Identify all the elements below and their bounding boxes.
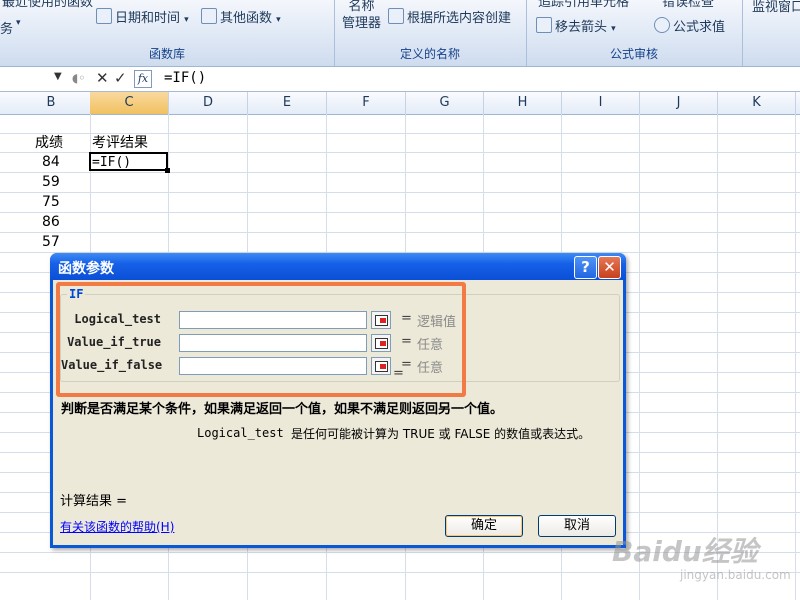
name-box-dropdown-icon[interactable]: ▼ — [54, 71, 62, 82]
highlight-annotation — [56, 282, 466, 397]
error-check-button-partial[interactable]: 错误检查 — [662, 0, 714, 10]
evaluate-formula-button[interactable]: 公式求值 — [654, 16, 725, 35]
evaluate-formula-label: 公式求值 — [673, 20, 726, 35]
dialog-title: 函数参数 — [58, 261, 114, 277]
grid-line — [0, 212, 800, 213]
grid-line — [717, 114, 718, 600]
active-cell-value: =IF() — [92, 155, 132, 170]
calculation-result: 计算结果 = — [60, 494, 128, 509]
chevron-down-icon: ▾ — [184, 15, 189, 25]
baidu-watermark-url: jingyan.baidu.com — [680, 568, 791, 582]
evaluate-icon — [654, 17, 670, 33]
argument-description: 是任何可能被计算为 TRUE 或 FALSE 的数值或表达式。 — [291, 427, 591, 441]
column-header-g[interactable]: G — [406, 92, 484, 114]
ribbon-group-function-library: 最近使用的函数 务 ▾ 日期和时间 ▾ 其他函数 ▾ 函数库 — [0, 0, 335, 66]
grid-line — [0, 192, 800, 193]
other-functions-button[interactable]: 其他函数 ▾ — [201, 7, 281, 26]
enter-formula-button[interactable]: ✓ — [114, 70, 127, 87]
group-label-function-library: 函数库 — [148, 47, 185, 61]
score-cell[interactable]: 57 — [42, 233, 60, 252]
resize-handle-icon[interactable]: ◖◦ — [72, 70, 85, 87]
dialog-title-bar[interactable]: 函数参数 ? ✕ — [50, 253, 626, 280]
watch-window-button-partial[interactable]: 监视窗口 — [752, 0, 800, 15]
baidu-watermark: Baidu经验 — [612, 535, 758, 568]
chevron-down-icon: ▾ — [276, 15, 281, 25]
ribbon-group-formula-auditing: 追踪引用单元格 错误检查 移去箭头 ▾ 公式求值 公式审核 — [526, 0, 743, 66]
score-cell[interactable]: 59 — [42, 173, 60, 192]
column-header-e[interactable]: E — [248, 92, 327, 114]
remove-arrows-label: 移去箭头 — [555, 20, 608, 35]
column-header-d[interactable]: D — [169, 92, 248, 114]
ok-button[interactable]: 确定 — [445, 515, 523, 537]
other-functions-label: 其他函数 — [220, 11, 273, 26]
cancel-formula-button[interactable]: ✕ — [96, 70, 109, 87]
column-header-c[interactable]: C — [90, 92, 169, 114]
recent-functions-button[interactable]: 最近使用的函数 — [2, 0, 93, 10]
column-header-i[interactable]: I — [562, 92, 640, 114]
column-header-b[interactable]: B — [12, 92, 91, 114]
cell-b-header[interactable]: 成绩 — [35, 134, 63, 153]
grid-line — [0, 172, 800, 173]
calendar-icon — [96, 8, 112, 24]
chevron-down-icon: ▾ — [16, 18, 21, 28]
column-header-k[interactable]: K — [718, 92, 796, 114]
group-label-formula-auditing: 公式审核 — [609, 47, 658, 61]
formula-bar: ▼ ◖◦ ✕ ✓ fx =IF() — [0, 67, 800, 92]
create-from-selection-button[interactable]: 根据所选内容创建 — [388, 7, 511, 26]
column-header-f[interactable]: F — [327, 92, 406, 114]
trace-dependents-button-partial[interactable]: 追踪引用单元格 — [538, 0, 629, 10]
score-cell[interactable]: 86 — [42, 213, 60, 232]
datetime-label: 日期和时间 — [115, 11, 181, 26]
column-header-j[interactable]: J — [640, 92, 718, 114]
remove-arrows-button[interactable]: 移去箭头 ▾ — [536, 16, 616, 35]
column-header-h[interactable]: H — [484, 92, 562, 114]
grid-line — [795, 114, 796, 600]
cell-c-header[interactable]: 考评结果 — [92, 134, 148, 153]
formula-input[interactable]: =IF() — [164, 70, 206, 86]
grid-line — [639, 114, 640, 600]
name-manager-label-1: 名称 — [348, 0, 375, 14]
grid-icon — [388, 8, 404, 24]
function-book-icon — [201, 8, 217, 24]
column-headers: B C D E F G H I J K — [0, 92, 800, 115]
arrows-icon — [536, 17, 552, 33]
ribbon-group-defined-names: 名称 管理器 根据所选内容创建 定义的名称 — [334, 0, 527, 66]
chevron-down-icon: ▾ — [611, 24, 616, 34]
cancel-button[interactable]: 取消 — [538, 515, 616, 537]
close-button[interactable]: ✕ — [598, 256, 621, 279]
financial-button-partial[interactable]: 务 — [0, 18, 13, 37]
group-label-defined-names: 定义的名称 — [399, 47, 460, 61]
help-button[interactable]: ? — [574, 256, 597, 279]
argument-description-name: Logical_test — [197, 426, 284, 440]
ribbon: 最近使用的函数 务 ▾ 日期和时间 ▾ 其他函数 ▾ 函数库 名称 管理器 根据… — [0, 0, 800, 67]
insert-function-button[interactable]: fx — [134, 70, 152, 88]
datetime-button[interactable]: 日期和时间 ▾ — [96, 7, 189, 26]
score-cell[interactable]: 84 — [42, 153, 60, 172]
create-from-selection-label: 根据所选内容创建 — [407, 11, 512, 26]
name-manager-button[interactable]: 名称 管理器 — [342, 0, 381, 32]
function-description: 判断是否满足某个条件，如果满足返回一个值，如果不满足则返回另一个值。 — [61, 402, 504, 417]
grid-line — [0, 232, 800, 233]
function-help-link[interactable]: 有关该函数的帮助(H) — [60, 518, 174, 535]
score-cell[interactable]: 75 — [42, 193, 60, 212]
name-manager-label-2: 管理器 — [342, 16, 382, 31]
